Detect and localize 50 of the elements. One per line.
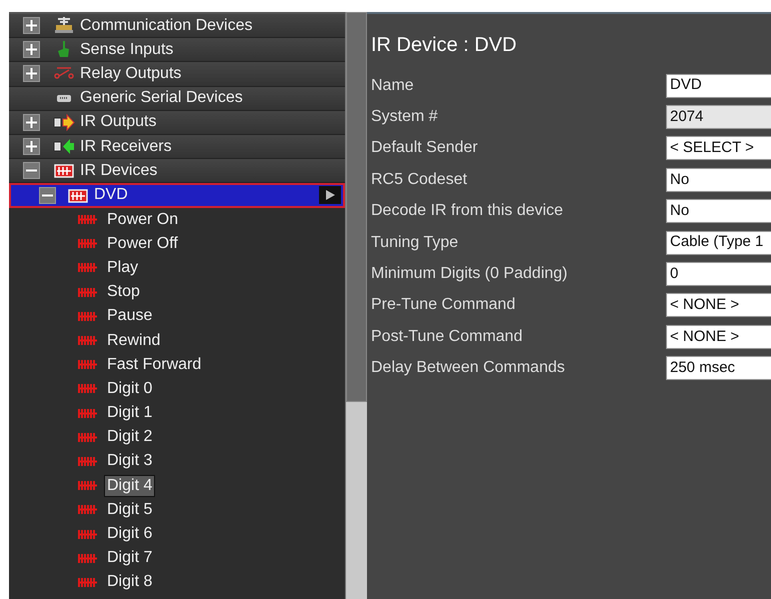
collapse-icon[interactable] (23, 162, 40, 180)
command-item[interactable]: Digit 6 (104, 523, 156, 546)
field-label: Decode IR from this device (371, 201, 564, 222)
command-item[interactable]: Digit 8 (104, 571, 156, 594)
expand-icon[interactable] (23, 114, 40, 131)
arrow-right-icon (53, 112, 75, 133)
expand-icon[interactable] (23, 65, 40, 82)
command-item[interactable]: Digit 1 (104, 402, 156, 424)
dropdown[interactable]: Cable (Type 1 (666, 230, 771, 255)
command-item[interactable]: Digit 2 (104, 426, 156, 448)
command-item[interactable]: Fast Forward (104, 354, 204, 376)
panel-title: IR Device : DVD (371, 33, 518, 58)
command-item[interactable]: Digit 7 (104, 547, 156, 570)
play-button[interactable] (319, 186, 341, 204)
dropdown[interactable]: 250 msec (666, 356, 771, 380)
field-label: RC5 Codeset (371, 170, 468, 190)
dropdown[interactable]: No (666, 199, 771, 224)
input-field[interactable]: 0 (666, 262, 771, 286)
command-item[interactable]: Digit 3 (104, 450, 156, 472)
command-item[interactable]: Rewind (104, 330, 164, 352)
command-item[interactable]: Digit 4 (104, 474, 156, 497)
field-label: Name (371, 76, 415, 96)
field-label: Minimum Digits (0 Padding) (371, 264, 569, 284)
field-label: Delay Between Commands (371, 358, 566, 378)
expand-icon[interactable] (23, 17, 40, 34)
command-item[interactable]: Digit 0 (104, 378, 156, 400)
dropdown[interactable]: < SELECT > (666, 136, 771, 160)
command-item[interactable]: Power Off (104, 232, 181, 255)
readonly-field: 2074 (666, 105, 771, 130)
selected-row-highlight[interactable]: DVD (9, 183, 345, 208)
dropdown[interactable]: No (666, 168, 771, 192)
field-label: Default Sender (371, 138, 479, 158)
field-label: Post-Tune Command (371, 326, 524, 347)
input-field[interactable]: DVD (666, 74, 771, 98)
field-label: Tuning Type (371, 232, 460, 253)
dropdown[interactable]: < NONE > (666, 324, 771, 349)
command-item[interactable]: Pause (104, 305, 156, 328)
scrollbar-thumb[interactable] (346, 12, 367, 402)
play-icon (325, 190, 335, 200)
expand-icon[interactable] (23, 41, 40, 58)
command-item[interactable]: Play (104, 256, 142, 279)
field-label: Pre-Tune Command (371, 295, 516, 316)
command-item[interactable]: Stop (104, 281, 143, 304)
collapse-icon[interactable] (39, 186, 56, 204)
tree-item[interactable]: DVD (94, 183, 128, 208)
dropdown[interactable]: < NONE > (666, 293, 771, 318)
command-item[interactable]: Digit 5 (104, 498, 156, 521)
field-label: System # (371, 107, 439, 128)
expand-icon[interactable] (23, 138, 40, 156)
command-item[interactable]: Power On (104, 208, 182, 231)
